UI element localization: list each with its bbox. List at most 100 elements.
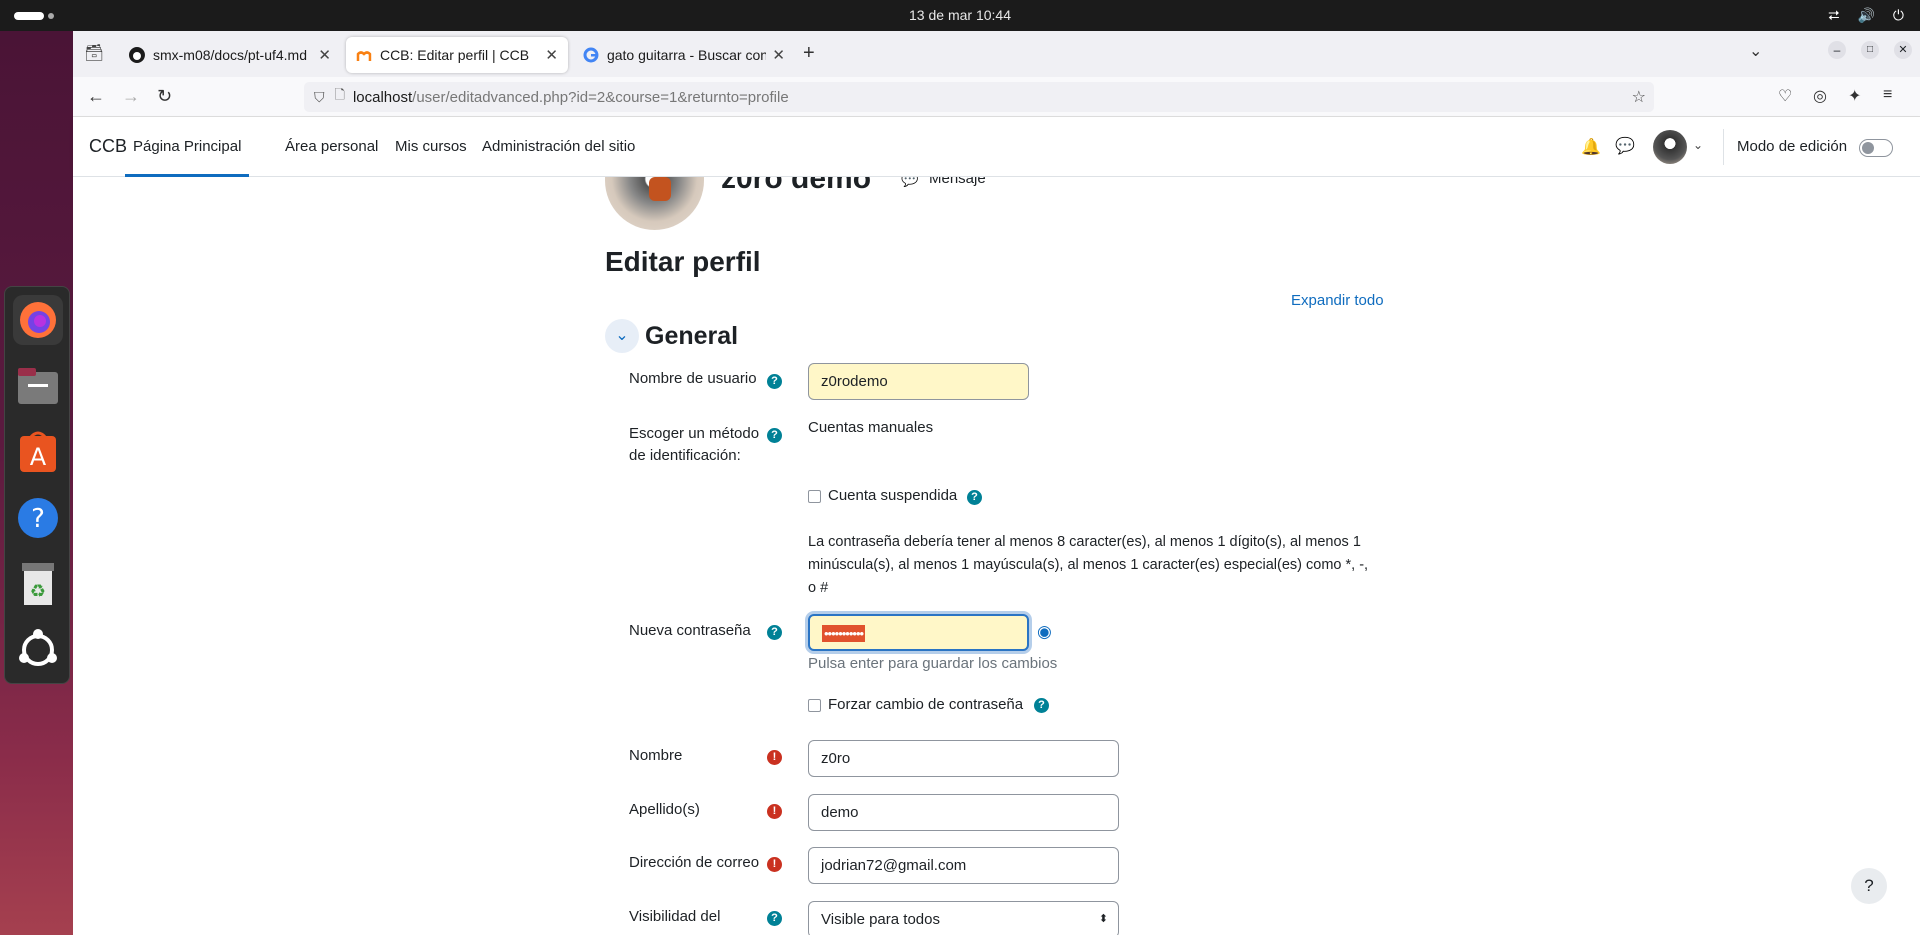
account-icon[interactable]: ◎ bbox=[1813, 86, 1827, 106]
auth-method-select[interactable]: Cuentas manuales bbox=[808, 417, 933, 439]
restore-icon[interactable]: □ bbox=[1861, 41, 1879, 59]
system-top-bar: 13 de mar 10:44 ⮂ 🔊 ⏻ bbox=[0, 0, 1920, 31]
help-icon[interactable]: ? bbox=[13, 493, 63, 543]
select-arrows-icon: ⬍ bbox=[1098, 913, 1108, 925]
google-icon bbox=[583, 47, 599, 63]
app-center-icon[interactable]: A bbox=[13, 427, 63, 477]
page-title: Editar perfil bbox=[605, 246, 761, 277]
suspended-label: Cuenta suspendida bbox=[828, 487, 958, 504]
menu-icon[interactable]: ≡ bbox=[1883, 86, 1892, 104]
shield-icon: ⛉ bbox=[314, 88, 325, 105]
pocket-icon[interactable]: ♡ bbox=[1778, 86, 1792, 106]
bookmark-star-icon[interactable]: ☆ bbox=[1632, 87, 1646, 107]
firefox-icon[interactable] bbox=[13, 295, 63, 345]
notifications-bell-icon[interactable]: 🔔 bbox=[1581, 137, 1601, 157]
help-icon[interactable]: ? bbox=[767, 625, 782, 640]
required-icon: ! bbox=[767, 857, 782, 872]
profile-name: z0ro demo bbox=[721, 177, 872, 195]
avatar[interactable] bbox=[1653, 130, 1687, 164]
firstname-label: Nombre bbox=[629, 747, 683, 764]
required-icon: ! bbox=[767, 804, 782, 819]
power-icon: ⏻ bbox=[1892, 7, 1904, 23]
tab-overview-icon[interactable]: 🗃 bbox=[84, 43, 104, 63]
section-general-heading[interactable]: General bbox=[645, 320, 738, 352]
site-brand[interactable]: CCB bbox=[89, 136, 127, 157]
moodle-icon bbox=[356, 51, 372, 61]
files-icon[interactable] bbox=[13, 361, 63, 411]
auth-method-label-line1: Escoger un método bbox=[629, 425, 760, 442]
reload-icon[interactable]: ↻ bbox=[157, 86, 172, 107]
reveal-password-eye-icon[interactable]: ◉ bbox=[1037, 622, 1052, 642]
main-content: z0ro demo 💬 Mensaje Editar perfil Expand… bbox=[73, 177, 1920, 935]
page-info-icon[interactable]: 🗋 bbox=[335, 86, 345, 108]
tab-github[interactable]: smx-m08/docs/pt-uf4.md ✕ bbox=[119, 37, 341, 73]
email-input[interactable]: jodrian72@gmail.com bbox=[808, 847, 1119, 884]
nav-home[interactable]: Página Principal bbox=[125, 138, 250, 177]
email-label: Dirección de correo bbox=[629, 854, 760, 871]
forward-icon[interactable]: → bbox=[122, 86, 140, 107]
auth-method-label-line2: de identificación: bbox=[629, 447, 741, 464]
tab-list-chevron-icon[interactable]: ⌄ bbox=[1749, 41, 1762, 61]
message-link[interactable]: Mensaje bbox=[929, 177, 986, 187]
username-label: Nombre de usuario bbox=[629, 370, 757, 387]
help-icon[interactable]: ? bbox=[967, 490, 982, 505]
email-visibility-label: Visibilidad del bbox=[629, 908, 721, 925]
email-visibility-select[interactable]: Visible para todos ⬍ bbox=[808, 901, 1119, 935]
tab-google[interactable]: gato guitarra - Buscar con Google ✕ bbox=[573, 37, 795, 73]
new-password-input[interactable]: ••••••••••• bbox=[808, 614, 1029, 651]
back-icon[interactable]: ← bbox=[87, 86, 105, 107]
messages-icon[interactable]: 💬 bbox=[1615, 136, 1635, 156]
tab-moodle[interactable]: CCB: Editar perfil | CCB ✕ bbox=[346, 37, 568, 73]
close-icon[interactable]: ✕ bbox=[545, 46, 558, 64]
collapse-chevron-icon[interactable]: ⌄ bbox=[605, 319, 639, 353]
tab-title: CCB: Editar perfil | CCB bbox=[379, 47, 530, 63]
dock: A ? ♻ bbox=[4, 286, 70, 684]
volume-icon: 🔊 bbox=[1857, 7, 1875, 23]
close-icon[interactable]: ✕ bbox=[772, 46, 785, 64]
system-tray[interactable]: ⮂ 🔊 ⏻ bbox=[1828, 7, 1904, 24]
required-icon: ! bbox=[767, 750, 782, 765]
network-icon: ⮂ bbox=[1828, 7, 1840, 23]
edit-mode-label: Modo de edición bbox=[1737, 138, 1848, 155]
suspended-checkbox[interactable] bbox=[808, 490, 821, 503]
username-input[interactable]: z0rodemo bbox=[808, 363, 1029, 400]
force-password-change-label: Forzar cambio de contraseña bbox=[828, 696, 1024, 713]
svg-text:A: A bbox=[30, 443, 47, 471]
password-policy-line2: minúscula(s), al menos 1 mayúscula(s), a… bbox=[808, 557, 1369, 573]
help-icon[interactable]: ? bbox=[1034, 698, 1049, 713]
svg-text:♻: ♻ bbox=[30, 581, 46, 602]
ubuntu-icon[interactable] bbox=[13, 625, 63, 675]
help-icon[interactable]: ? bbox=[767, 374, 782, 389]
browser-tab-strip: 🗃 smx-m08/docs/pt-uf4.md ✕ CCB: Editar p… bbox=[73, 31, 1920, 77]
force-password-change-checkbox[interactable] bbox=[808, 699, 821, 712]
extensions-icon[interactable]: ✦ bbox=[1848, 86, 1861, 106]
help-icon[interactable]: ? bbox=[767, 911, 782, 926]
edit-mode-toggle[interactable] bbox=[1859, 139, 1893, 157]
system-clock[interactable]: 13 de mar 10:44 bbox=[0, 7, 1920, 23]
url-host: localhost bbox=[352, 88, 413, 106]
window-close-icon[interactable]: ✕ bbox=[1894, 41, 1912, 59]
close-icon[interactable]: ✕ bbox=[318, 46, 331, 64]
browser-nav-bar: ← → ↻ ⛉ 🗋 localhost/user/editadvanced.ph… bbox=[73, 77, 1920, 117]
help-button[interactable]: ? bbox=[1851, 868, 1887, 904]
expand-all-link[interactable]: Expandir todo bbox=[1291, 292, 1384, 309]
profile-picture bbox=[605, 177, 704, 230]
save-hint: Pulsa enter para guardar los cambios bbox=[808, 655, 1058, 672]
chevron-down-icon[interactable]: ⌄ bbox=[1693, 138, 1703, 152]
minimize-icon[interactable]: – bbox=[1828, 41, 1846, 59]
message-icon[interactable]: 💬 bbox=[901, 177, 918, 188]
new-tab-icon[interactable]: + bbox=[803, 42, 815, 65]
password-policy-line1: La contraseña debería tener al menos 8 c… bbox=[808, 534, 1361, 550]
url-path: /user/editadvanced.php?id=2&course=1&ret… bbox=[412, 88, 789, 106]
tab-title: gato guitarra - Buscar con Google bbox=[606, 47, 767, 63]
nav-site-admin[interactable]: Administración del sitio bbox=[482, 138, 635, 155]
email-visibility-value: Visible para todos bbox=[821, 911, 940, 928]
url-bar[interactable]: ⛉ 🗋 localhost/user/editadvanced.php?id=2… bbox=[304, 82, 1654, 112]
help-icon[interactable]: ? bbox=[767, 428, 782, 443]
lastname-input[interactable]: demo bbox=[808, 794, 1119, 831]
trash-icon[interactable]: ♻ bbox=[13, 559, 63, 609]
nav-dashboard[interactable]: Área personal bbox=[285, 138, 378, 155]
firstname-input[interactable]: z0ro bbox=[808, 740, 1119, 777]
nav-my-courses[interactable]: Mis cursos bbox=[395, 138, 467, 155]
lastname-label: Apellido(s) bbox=[629, 801, 700, 818]
